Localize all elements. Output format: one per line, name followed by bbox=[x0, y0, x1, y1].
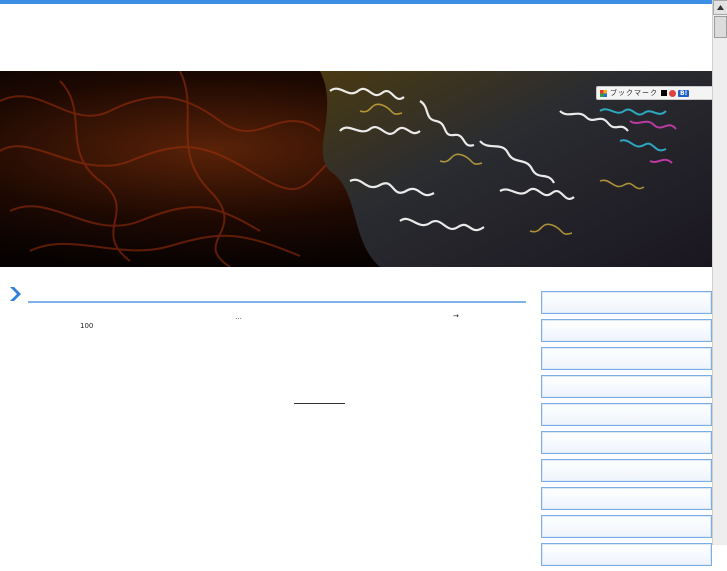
sidebar-button-5[interactable] bbox=[541, 403, 712, 426]
bookmark-icon bbox=[599, 89, 608, 98]
vertical-scrollbar[interactable] bbox=[712, 0, 727, 545]
section-heading bbox=[8, 286, 526, 304]
scrollbar-thumb[interactable] bbox=[714, 16, 727, 38]
sidebar-menu bbox=[541, 291, 712, 571]
inline-link-underline[interactable] bbox=[294, 403, 345, 404]
arrow-text: → bbox=[453, 312, 459, 320]
sidebar-button-3[interactable] bbox=[541, 347, 712, 370]
ellipsis-text: … bbox=[235, 313, 242, 321]
top-accent-bar bbox=[0, 0, 712, 4]
sidebar-button-8[interactable] bbox=[541, 487, 712, 510]
heading-underline bbox=[28, 301, 526, 303]
sidebar-button-4[interactable] bbox=[541, 375, 712, 398]
sidebar-button-6[interactable] bbox=[541, 431, 712, 454]
bookmark-toolbar[interactable]: ブックマーク B! bbox=[596, 86, 714, 100]
sidebar-button-2[interactable] bbox=[541, 319, 712, 342]
sidebar-button-10[interactable] bbox=[541, 543, 712, 566]
square-icon[interactable] bbox=[661, 90, 667, 96]
colored-circle-icon[interactable] bbox=[669, 89, 676, 97]
header-banner-image bbox=[0, 71, 712, 267]
sidebar-button-9[interactable] bbox=[541, 515, 712, 538]
sidebar-button-7[interactable] bbox=[541, 459, 712, 482]
bookmark-label[interactable]: ブックマーク bbox=[610, 88, 658, 98]
chevron-right-icon bbox=[10, 287, 21, 301]
sidebar-button-1[interactable] bbox=[541, 291, 712, 314]
scroll-up-arrow-icon[interactable] bbox=[713, 0, 727, 15]
number-text: 100 bbox=[80, 322, 94, 330]
hatena-bookmark-badge[interactable]: B! bbox=[678, 89, 690, 97]
